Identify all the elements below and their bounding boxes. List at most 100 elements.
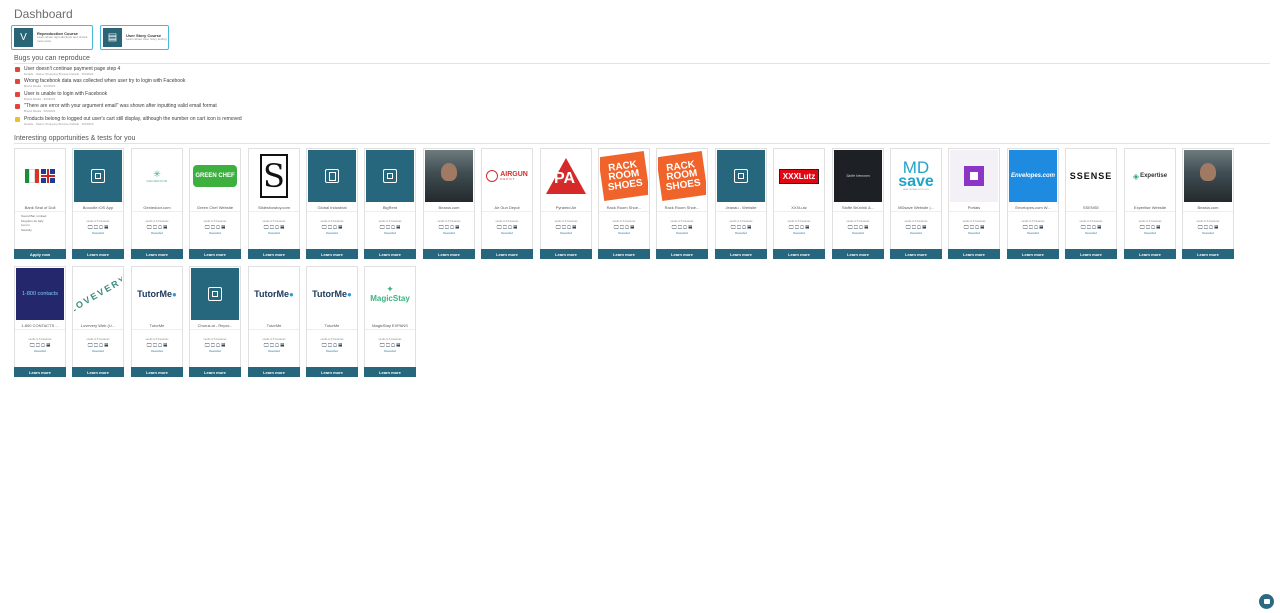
learn-more-button[interactable]: Learn more: [248, 249, 300, 259]
learn-more-button[interactable]: Learn more: [1182, 249, 1234, 259]
tile-name: Rack Room Shoe...: [606, 205, 642, 210]
geniedoor-logo: ✳ GENIEDOOR: [133, 150, 181, 202]
device-icons: 🖵 ☐ ▢ ▤: [87, 225, 109, 231]
logo-text: GENIEDOOR: [146, 178, 168, 183]
learn-more-button[interactable]: Learn more: [423, 249, 475, 259]
divider: [482, 211, 532, 212]
bug-meta: Brand Media · 6/6/2023: [24, 97, 56, 101]
learn-more-button[interactable]: Learn more: [1124, 249, 1176, 259]
tile-meta: sends to 5 Features: [1138, 220, 1162, 223]
opportunity-tile[interactable]: Beaxia.com sends to 5 Features 🖵 ☐ ▢ ▤ Rewa…: [423, 148, 475, 259]
learn-more-button[interactable]: Learn more: [540, 249, 592, 259]
tile-meta: sends to 5 Features: [262, 220, 286, 223]
learn-more-button[interactable]: Learn more: [832, 249, 884, 259]
tile-tag: Rewarded: [1144, 232, 1156, 235]
tile-tag: Rewarded: [560, 232, 572, 235]
bug-severity-icon: [15, 117, 20, 122]
learn-more-button[interactable]: Learn more: [131, 367, 183, 377]
tile-tag: Rewarded: [910, 232, 922, 235]
learn-more-button[interactable]: Learn more: [189, 249, 241, 259]
tile-meta: sends to 5 Features: [904, 220, 928, 223]
divider: [365, 211, 415, 212]
learn-more-button[interactable]: Learn more: [14, 367, 66, 377]
learn-more-button[interactable]: Learn more: [306, 367, 358, 377]
opportunity-tile[interactable]: Booodle iOS App sends to 5 Features 🖵 ☐ ▢ …: [72, 148, 124, 259]
device-icons: 🖵 ☐ ▢ ▤: [204, 343, 226, 349]
learn-more-button[interactable]: Learn more: [890, 249, 942, 259]
learn-more-button[interactable]: Learn more: [72, 367, 124, 377]
course-card-user-story[interactable]: ▤ User Story Course Learn about User Sto…: [100, 25, 169, 50]
learn-more-button[interactable]: Learn more: [364, 249, 416, 259]
opportunity-tile[interactable]: XXXLutz XXXLutz sends to 5 Features 🖵 ☐ ▢ ▤…: [773, 148, 825, 259]
tile-name: 1-800 CONTACTS ...: [21, 323, 59, 328]
opportunity-tile[interactable]: Bank Seal of Doll Sound Bar, Limited Kingd…: [14, 148, 66, 259]
tile-name: Geniedoor.com: [143, 205, 171, 210]
tile-name: TutorMe: [149, 323, 165, 328]
device-icons: 🖵 ☐ ▢ ▤: [613, 225, 635, 231]
opportunity-tile[interactable]: LOVEVERY Lovevery Web (U... sends to 5 Fea…: [72, 266, 124, 377]
learn-more-button[interactable]: Learn more: [656, 249, 708, 259]
opportunity-tile[interactable]: ◈ Expertise Expertise Website sends to 5 Fe…: [1124, 148, 1176, 259]
course-card-reproduction[interactable]: V Reproduction Course Learn about reprod…: [11, 25, 93, 50]
opportunity-tile[interactable]: Jeanau - Website sends to 5 Features 🖵 ☐ ▢…: [715, 148, 767, 259]
opportunity-tile[interactable]: Envelopes.com Envelopes.com W... sends to …: [1007, 148, 1059, 259]
divider: [424, 211, 474, 212]
opportunity-tile[interactable]: Stoffe Hemmen Stoffe Brünink &... sends to…: [832, 148, 884, 259]
tile-name: Slideshowtoy.com: [258, 205, 290, 210]
opportunities-heading: Interesting opportunities & tests for yo…: [14, 135, 136, 142]
device-icons: 🖵 ☐ ▢ ▤: [204, 225, 226, 231]
tile-tag: Rewarded: [968, 232, 980, 235]
tile-tag: Rewarded: [618, 232, 630, 235]
opportunity-tile[interactable]: Chorus.ai - Repor... sends to 5 Features 🖵…: [189, 266, 241, 377]
chat-button[interactable]: [1259, 594, 1274, 609]
learn-more-button[interactable]: Learn more: [364, 367, 416, 377]
opportunity-tile[interactable]: RACK ROOM SHOES Rack Room Shoe... sends to…: [656, 148, 708, 259]
airgun-logo: AIRGUN DEPOT: [483, 150, 531, 202]
opportunity-tile[interactable]: Global Industrial sends to 5 Features 🖵 ☐ …: [306, 148, 358, 259]
learn-more-button[interactable]: Learn more: [481, 249, 533, 259]
opportunity-tile[interactable]: TutorMe ● TutorMe sends to 5 Features 🖵 ☐ ▢ …: [248, 266, 300, 377]
device-icons: 🖵 ☐ ▢ ▤: [146, 343, 168, 349]
opportunity-tile[interactable]: 1-800 contacts 1-800 CONTACTS ... sends to…: [14, 266, 66, 377]
opportunity-tile[interactable]: PA Pyramid Air sends to 5 Features 🖵 ☐ ▢ ▤ R…: [540, 148, 592, 259]
learn-more-button[interactable]: Learn more: [248, 367, 300, 377]
device-icons: 🖵 ☐ ▢ ▤: [379, 343, 401, 349]
divider: [249, 329, 299, 330]
opportunity-tile[interactable]: SSENSE SSENSE sends to 5 Features 🖵 ☐ ▢ ▤ Re…: [1065, 148, 1117, 259]
device-icons: 🖵 ☐ ▢ ▤: [963, 225, 985, 231]
learn-more-button[interactable]: Learn more: [306, 249, 358, 259]
opportunity-tile[interactable]: BigRent sends to 5 Features 🖵 ☐ ▢ ▤ Rewarde…: [364, 148, 416, 259]
tile-name: Stoffe Brünink &...: [841, 205, 875, 210]
learn-more-button[interactable]: Learn more: [131, 249, 183, 259]
logo-text: Stoffe Hemmen: [846, 174, 870, 178]
tile-tag: Rewarded: [501, 232, 513, 235]
learn-more-button[interactable]: Learn more: [189, 367, 241, 377]
opportunity-tile[interactable]: TutorMe ● TutorMe sends to 5 Features 🖵 ☐ ▢ …: [131, 266, 183, 377]
envelopes-logo: Envelopes.com: [1009, 150, 1057, 202]
logo-placeholder: [191, 268, 239, 320]
bug-meta: Brand Media · 6/6/2023: [24, 109, 56, 113]
learn-more-button[interactable]: Learn more: [598, 249, 650, 259]
apply-now-button[interactable]: Apply now: [14, 249, 66, 259]
opportunity-tile[interactable]: GREEN CHEF Green Chef Website sends to 5 F…: [189, 148, 241, 259]
learn-more-button[interactable]: Learn more: [72, 249, 124, 259]
opportunity-tile[interactable]: Portals sends to 5 Features 🖵 ☐ ▢ ▤ Rewarde…: [948, 148, 1000, 259]
tile-name: XXXLutz: [791, 205, 807, 210]
opportunity-tile[interactable]: S Slideshowtoy.com sends to 5 Features 🖵 ☐ …: [248, 148, 300, 259]
opportunity-tile[interactable]: MD save HEALTHCARE FOR LESS MDsave Website …: [890, 148, 942, 259]
learn-more-button[interactable]: Learn more: [1007, 249, 1059, 259]
learn-more-button[interactable]: Learn more: [773, 249, 825, 259]
learn-more-button[interactable]: Learn more: [715, 249, 767, 259]
divider: [132, 329, 182, 330]
learn-more-button[interactable]: Learn more: [948, 249, 1000, 259]
opportunity-tile[interactable]: Beaxia.com sends to 5 Features 🖵 ☐ ▢ ▤ Rewa…: [1182, 148, 1234, 259]
opportunity-tile[interactable]: RACK ROOM SHOES Rack Room Shoe... sends to…: [598, 148, 650, 259]
opportunity-tile[interactable]: ✳ GENIEDOOR Geniedoor.com sends to 5 Featur…: [131, 148, 183, 259]
tile-meta: sends to 5 Features: [962, 220, 986, 223]
opportunity-tile[interactable]: AIRGUN DEPOT Air Gun Depot sends to 5 Featu…: [481, 148, 533, 259]
divider: [190, 329, 240, 330]
divider: [949, 211, 999, 212]
opportunity-tile[interactable]: TutorMe ● TutorMe sends to 5 Features 🖵 ☐ ▢ …: [306, 266, 358, 377]
learn-more-button[interactable]: Learn more: [1065, 249, 1117, 259]
opportunity-tile[interactable]: ✦ MagicStay MagicStay EXPANS sends to 5 Fea…: [364, 266, 416, 377]
